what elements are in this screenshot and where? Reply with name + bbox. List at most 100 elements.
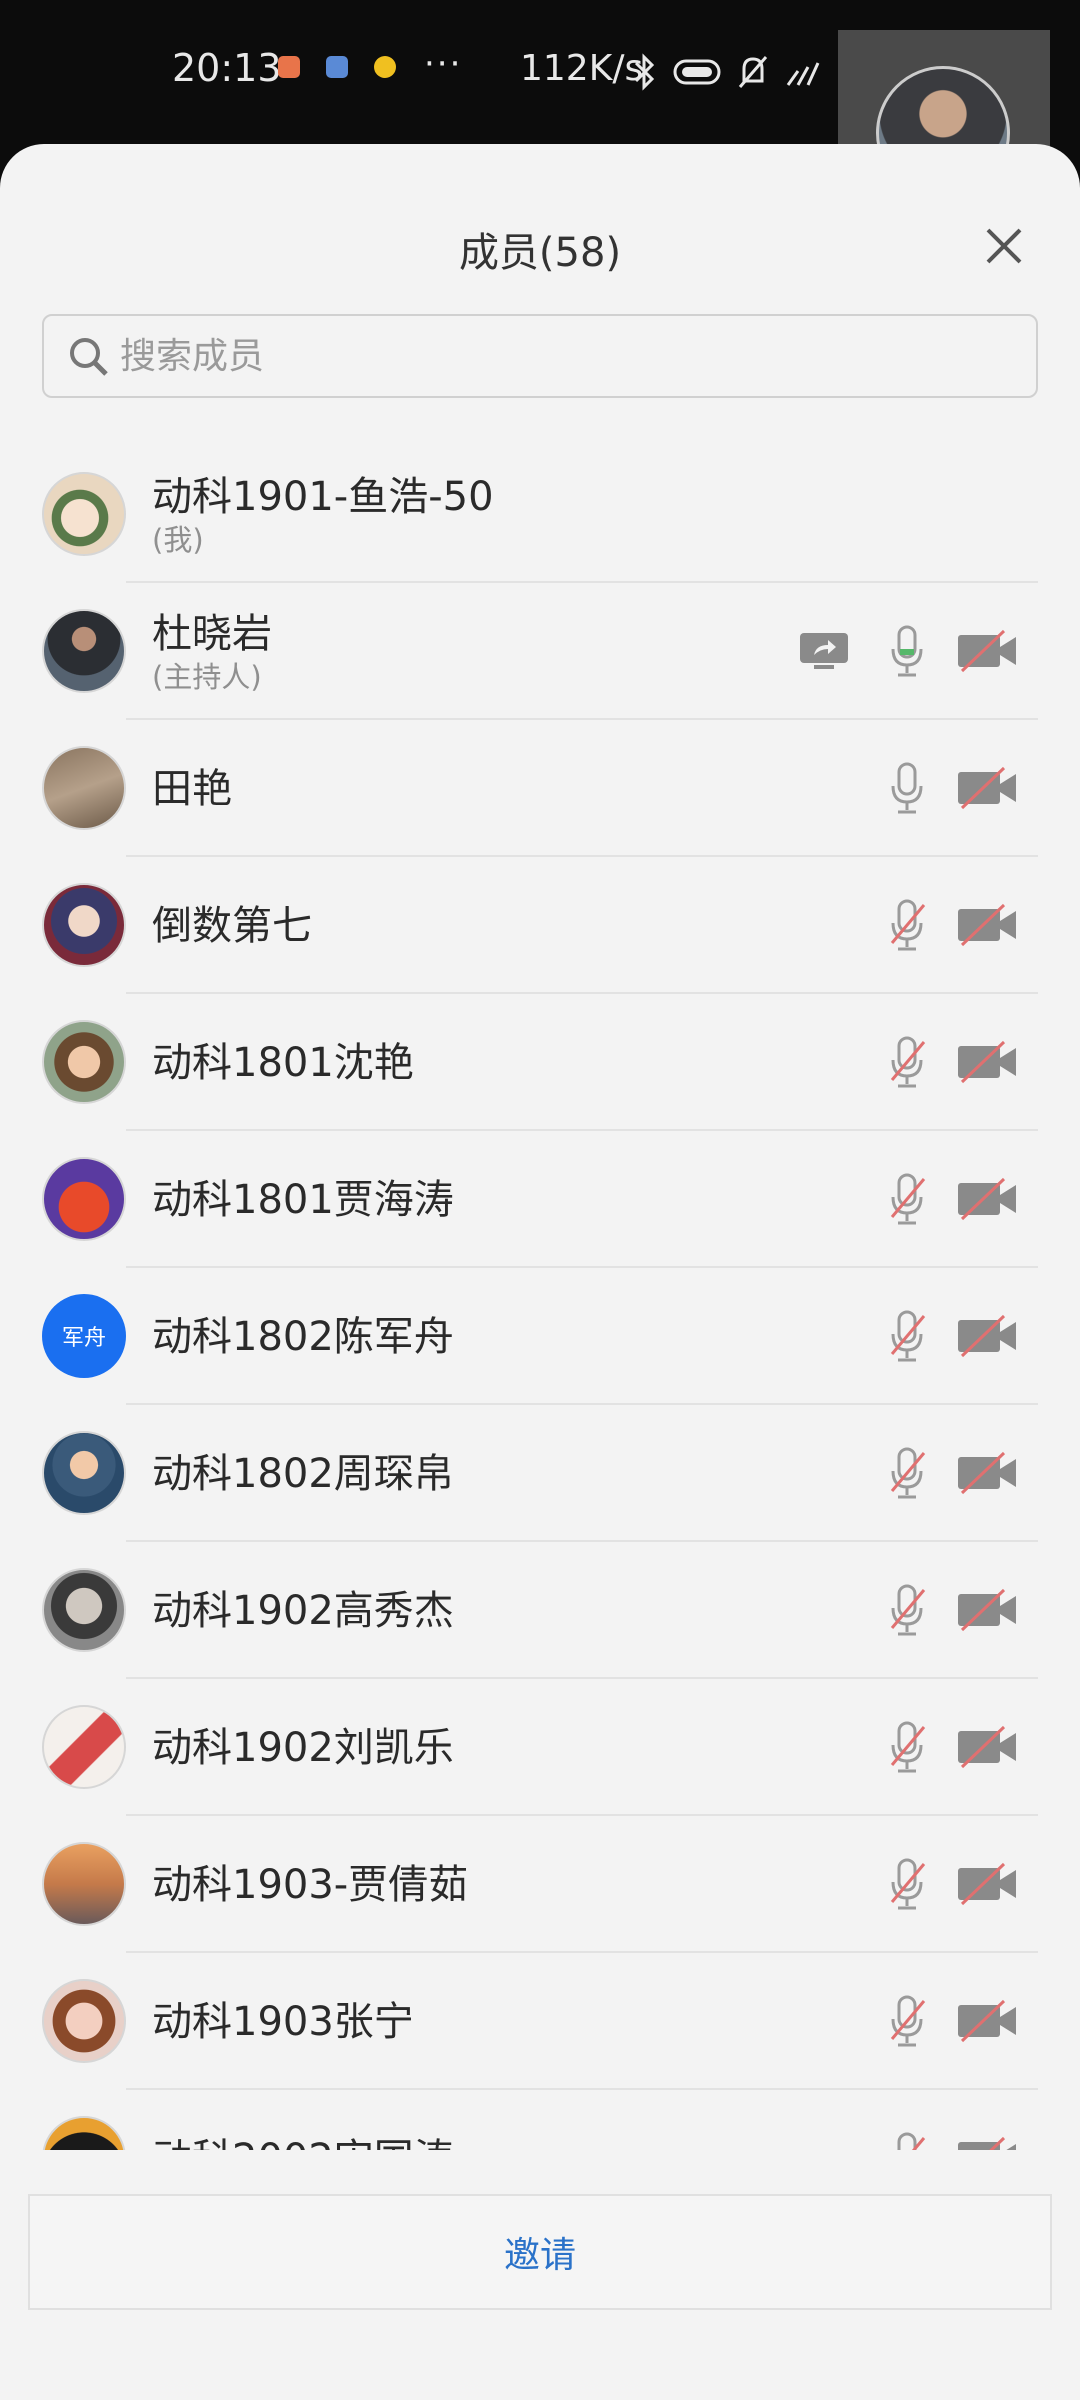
avatar — [42, 1842, 126, 1926]
member-name: 动科1901-鱼浩-50 — [152, 473, 494, 520]
video-pip-window[interactable] — [838, 30, 1050, 148]
member-row[interactable]: 动科1802周琛帛 — [0, 1405, 1080, 1542]
member-name: 动科1802周琛帛 — [152, 1450, 454, 1497]
mic-toggle[interactable] — [880, 1171, 936, 1227]
camera-off-icon — [958, 1999, 1016, 2043]
mic-toggle[interactable] — [880, 1034, 936, 1090]
member-row[interactable]: 动科1901-鱼浩-50 (我) — [0, 446, 1080, 583]
member-row[interactable]: 动科1902高秀杰 — [0, 1542, 1080, 1679]
camera-toggle[interactable] — [954, 623, 1020, 679]
search-input[interactable] — [120, 335, 980, 377]
avatar — [42, 1568, 126, 1652]
camera-toggle[interactable] — [954, 1856, 1020, 1912]
vibrate-icon — [673, 59, 721, 85]
mic-off-icon — [890, 1447, 926, 1499]
member-row[interactable]: 倒数第七 — [0, 857, 1080, 994]
mic-off-icon — [890, 1584, 926, 1636]
member-row[interactable]: 动科1801贾海涛 — [0, 1131, 1080, 1268]
more-notifications-icon: ··· — [424, 44, 463, 84]
bluetooth-icon — [634, 53, 655, 91]
mic-toggle[interactable] — [880, 1856, 936, 1912]
camera-off-icon — [958, 1040, 1016, 1084]
avatar — [42, 1431, 126, 1515]
camera-off-icon — [958, 1177, 1016, 1221]
member-info: 动科1802陈军舟 — [152, 1268, 454, 1405]
mic-toggle[interactable] — [880, 1308, 936, 1364]
avatar — [42, 746, 126, 830]
member-info: 动科1902刘凯乐 — [152, 1679, 454, 1816]
mic-toggle[interactable] — [880, 1445, 936, 1501]
camera-toggle[interactable] — [954, 1445, 1020, 1501]
avatar — [42, 883, 126, 967]
avatar — [42, 1157, 126, 1241]
mic-icon — [891, 625, 923, 677]
camera-off-icon — [958, 629, 1016, 673]
mic-toggle[interactable] — [880, 760, 936, 816]
member-info: 动科1902高秀杰 — [152, 1542, 454, 1679]
search-icon — [70, 338, 108, 376]
camera-toggle[interactable] — [954, 1719, 1020, 1775]
mic-toggle[interactable] — [880, 1719, 936, 1775]
member-role: (我) — [152, 522, 204, 557]
mic-off-icon — [897, 2132, 926, 2150]
member-row[interactable]: 动科1903张宁 — [0, 1953, 1080, 2090]
mic-toggle[interactable] — [880, 1993, 936, 2049]
member-name: 动科2002宋国涛 — [152, 2134, 454, 2151]
mic-off-icon — [890, 1310, 926, 1362]
member-row[interactable]: 动科1903-贾倩茹 — [0, 1816, 1080, 1953]
status-time: 20:13 — [172, 46, 282, 90]
member-list[interactable]: 动科1901-鱼浩-50 (我) 杜晓岩 (主持人) 田艳 倒数第七 动科180… — [0, 446, 1080, 2150]
camera-toggle[interactable] — [954, 1993, 1020, 2049]
member-info: 田艳 — [152, 720, 232, 857]
avatar-text: 军舟 — [61, 1326, 106, 1351]
mic-toggle[interactable] — [880, 2130, 936, 2150]
mic-icon — [891, 762, 923, 814]
member-name: 动科1902刘凯乐 — [152, 1724, 454, 1771]
camera-off-icon — [958, 2136, 1016, 2150]
member-row[interactable]: 田艳 — [0, 720, 1080, 857]
member-info: 动科1801沈艳 — [152, 994, 414, 1131]
camera-toggle[interactable] — [954, 1171, 1020, 1227]
avatar — [42, 472, 126, 556]
camera-toggle[interactable] — [954, 1308, 1020, 1364]
member-name: 动科1801沈艳 — [152, 1039, 414, 1086]
app-notification-icon — [326, 56, 348, 78]
search-box[interactable] — [42, 314, 1038, 398]
mic-toggle[interactable] — [880, 1582, 936, 1638]
avatar — [42, 1979, 126, 2063]
camera-off-icon — [958, 1451, 1016, 1495]
member-row[interactable]: 军舟 动科1802陈军舟 — [0, 1268, 1080, 1405]
avatar — [42, 2116, 126, 2150]
camera-toggle[interactable] — [954, 1582, 1020, 1638]
mic-off-icon — [890, 1858, 926, 1910]
mic-toggle[interactable] — [880, 897, 936, 953]
member-name: 动科1802陈军舟 — [152, 1313, 454, 1360]
member-name: 田艳 — [152, 765, 232, 812]
member-row[interactable]: 动科1801沈艳 — [0, 994, 1080, 1131]
member-row[interactable]: 杜晓岩 (主持人) — [0, 583, 1080, 720]
camera-off-icon — [958, 1725, 1016, 1769]
app-notification-icon — [278, 56, 300, 78]
avatar — [42, 609, 126, 693]
camera-toggle[interactable] — [954, 2130, 1020, 2150]
mic-off-icon — [890, 1721, 926, 1773]
avatar: 军舟 — [42, 1294, 126, 1378]
member-info: 动科1903-贾倩茹 — [152, 1816, 468, 1953]
member-info: 动科1901-鱼浩-50 (我) — [152, 446, 494, 583]
sheet-title: 成员(58) — [458, 230, 622, 276]
member-info: 杜晓岩 (主持人) — [152, 583, 272, 720]
invite-button[interactable]: 邀请 — [28, 2194, 1052, 2310]
camera-toggle[interactable] — [954, 1034, 1020, 1090]
member-row[interactable]: 动科2002宋国涛 — [0, 2090, 1080, 2150]
member-role: (主持人) — [152, 659, 262, 694]
screen-share-button[interactable] — [796, 623, 852, 679]
member-name: 倒数第七 — [152, 902, 312, 949]
mic-toggle[interactable] — [880, 623, 936, 679]
member-info: 动科1903张宁 — [152, 1953, 414, 2090]
camera-toggle[interactable] — [954, 760, 1020, 816]
member-row[interactable]: 动科1902刘凯乐 — [0, 1679, 1080, 1816]
mic-off-icon — [890, 899, 926, 951]
camera-toggle[interactable] — [954, 897, 1020, 953]
members-sheet: 成员(58) 动科1901-鱼浩-50(我) 杜晓岩(主持人) — [0, 144, 1080, 2400]
close-button[interactable] — [978, 220, 1030, 272]
